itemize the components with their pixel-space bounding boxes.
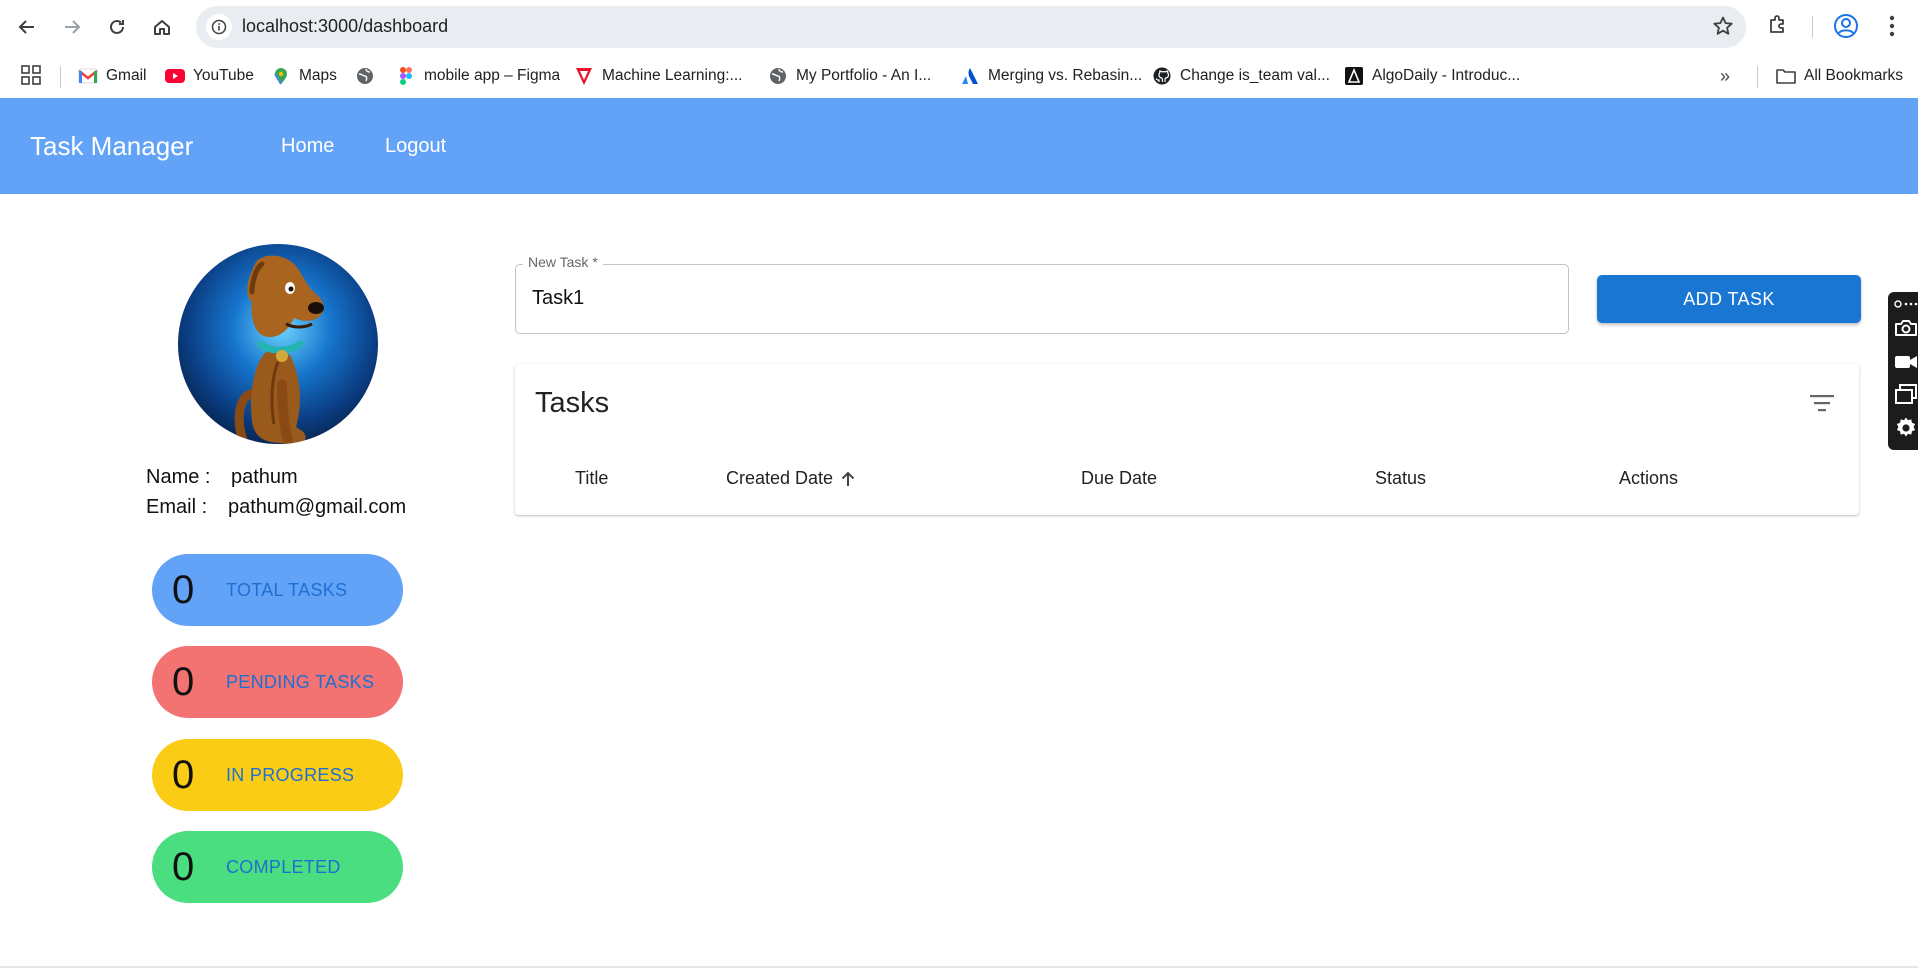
new-task-input[interactable]: Task1 xyxy=(515,264,1569,334)
more-bookmarks-chevron-icon[interactable]: » xyxy=(1720,66,1730,87)
profile-email-row: Email : pathum@gmail.com xyxy=(146,496,406,519)
stat-in-progress[interactable]: 0 IN PROGRESS xyxy=(152,739,403,811)
extensions-puzzle-icon[interactable] xyxy=(1766,12,1790,36)
column-header-label: Created Date xyxy=(726,468,834,488)
home-icon xyxy=(154,20,170,35)
stat-label: PENDING TASKS xyxy=(226,672,375,692)
add-task-button[interactable]: ADD TASK xyxy=(1597,275,1861,323)
profile-avatar-icon[interactable] xyxy=(1833,13,1859,39)
bookmark-github-change[interactable]: Change is_team val... xyxy=(1152,64,1330,88)
maps-icon xyxy=(271,66,291,86)
screen-capture-toolbar xyxy=(1888,292,1918,450)
column-header-status[interactable]: Status xyxy=(1375,468,1426,489)
forward-arrow-icon xyxy=(65,20,81,34)
stat-completed[interactable]: 0 COMPLETED xyxy=(152,831,403,903)
bookmark-label: YouTube xyxy=(193,67,254,84)
gmail-icon xyxy=(78,66,98,86)
bookmark-label: AlgoDaily - Introduc... xyxy=(1372,67,1521,84)
bookmark-label: Maps xyxy=(299,67,337,84)
profile-name-row: Name : pathum xyxy=(146,466,298,489)
globe-icon xyxy=(768,66,788,86)
udemy-icon xyxy=(574,66,594,86)
new-task-value[interactable]: Task1 xyxy=(532,287,584,310)
address-bar[interactable]: localhost:3000/dashboard xyxy=(196,6,1746,48)
bookmark-label: My Portfolio - An I... xyxy=(796,67,932,84)
bookmark-label: Change is_team val... xyxy=(1180,67,1330,84)
stat-count: 0 xyxy=(172,845,195,889)
site-info-icon[interactable] xyxy=(206,14,232,40)
email-value: pathum@gmail.com xyxy=(228,496,407,518)
toolbar-divider xyxy=(1812,16,1813,38)
stat-label: COMPLETED xyxy=(226,857,341,877)
forward-button[interactable] xyxy=(55,10,89,44)
figma-icon xyxy=(396,66,416,86)
bookmark-globe[interactable] xyxy=(355,64,383,88)
settings-gear-icon[interactable] xyxy=(1894,416,1918,440)
column-header-actions[interactable]: Actions xyxy=(1619,468,1678,489)
bookmark-label: All Bookmarks xyxy=(1804,67,1904,84)
algodaily-icon xyxy=(1344,66,1364,86)
browser-toolbar: localhost:3000/dashboard xyxy=(0,0,1918,54)
bookmark-machine-learning[interactable]: Machine Learning:... xyxy=(574,64,742,88)
avatar xyxy=(178,244,378,444)
column-header-created-date[interactable]: Created Date xyxy=(726,468,856,489)
bookmark-maps[interactable]: Maps xyxy=(271,64,337,88)
stat-count: 0 xyxy=(172,660,195,704)
tasks-table-card: Tasks Title Created Date Due Date Status… xyxy=(515,364,1859,515)
kebab-menu-icon[interactable] xyxy=(1885,13,1899,39)
bookmarks-bar: Gmail YouTube Maps mobile app – Figma Ma… xyxy=(0,54,1918,98)
bookmark-gmail[interactable]: Gmail xyxy=(78,64,146,88)
bookmark-star-icon[interactable] xyxy=(1712,15,1734,37)
stat-label: TOTAL TASKS xyxy=(226,580,348,600)
youtube-icon xyxy=(165,66,185,86)
back-button[interactable] xyxy=(10,10,44,44)
bookmarks-divider xyxy=(1757,66,1758,88)
apps-grid-icon[interactable] xyxy=(20,64,42,86)
sort-ascending-arrow-icon[interactable] xyxy=(840,470,856,488)
bookmark-algodaily[interactable]: AlgoDaily - Introduc... xyxy=(1344,64,1520,88)
bookmark-youtube[interactable]: YouTube xyxy=(165,64,254,88)
bookmark-label: mobile app – Figma xyxy=(424,67,561,84)
bookmark-merging-rebasing[interactable]: Merging vs. Rebasin... xyxy=(960,64,1142,88)
url-text[interactable]: localhost:3000/dashboard xyxy=(242,16,448,37)
reload-icon xyxy=(110,19,124,34)
bookmark-label: Merging vs. Rebasin... xyxy=(988,67,1143,84)
globe-icon xyxy=(355,66,375,86)
back-arrow-icon xyxy=(18,20,34,34)
camera-icon[interactable] xyxy=(1894,316,1918,340)
window-capture-icon[interactable] xyxy=(1894,382,1918,406)
new-task-label: New Task * xyxy=(523,254,603,270)
github-icon xyxy=(1152,66,1172,86)
bookmark-portfolio[interactable]: My Portfolio - An I... xyxy=(768,64,931,88)
home-button[interactable] xyxy=(145,10,179,44)
filter-list-icon[interactable] xyxy=(1809,392,1835,414)
stat-pending-tasks[interactable]: 0 PENDING TASKS xyxy=(152,646,403,718)
column-header-due-date[interactable]: Due Date xyxy=(1081,468,1157,489)
dog-character-illustration xyxy=(234,255,324,444)
bookmark-label: Machine Learning:... xyxy=(602,67,743,84)
email-label: Email : xyxy=(146,496,208,518)
stat-label: IN PROGRESS xyxy=(226,765,355,785)
stat-count: 0 xyxy=(172,753,195,797)
name-value: pathum xyxy=(231,466,298,488)
page-bottom-divider xyxy=(0,966,1918,968)
all-bookmarks-folder[interactable]: All Bookmarks xyxy=(1776,64,1903,88)
folder-icon xyxy=(1776,66,1796,86)
stat-count: 0 xyxy=(172,568,195,612)
tasks-title: Tasks xyxy=(535,387,610,419)
bookmark-figma[interactable]: mobile app – Figma xyxy=(396,64,560,88)
name-label: Name : xyxy=(146,466,211,488)
bookmark-label: Gmail xyxy=(106,67,147,84)
app-header: Task Manager Home Logout xyxy=(0,98,1918,194)
atlassian-icon xyxy=(960,66,980,86)
column-header-title[interactable]: Title xyxy=(575,468,608,489)
nav-home-link[interactable]: Home xyxy=(281,135,334,158)
app-title: Task Manager xyxy=(30,131,194,161)
reload-button[interactable] xyxy=(100,10,134,44)
nav-logout-link[interactable]: Logout xyxy=(385,135,446,158)
video-camera-icon[interactable] xyxy=(1894,350,1918,374)
stat-total-tasks[interactable]: 0 TOTAL TASKS xyxy=(152,554,403,626)
bookmarks-divider xyxy=(60,66,61,88)
